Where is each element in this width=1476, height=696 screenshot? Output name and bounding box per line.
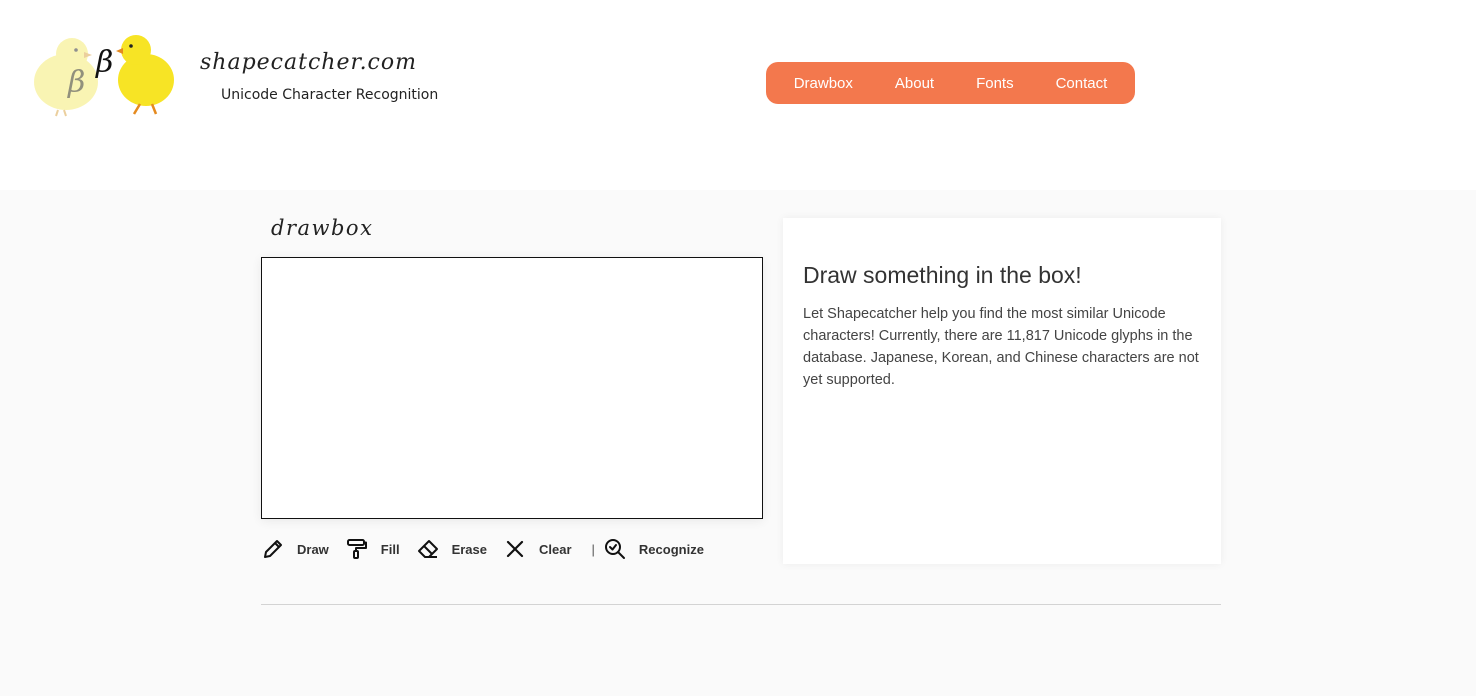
fill-button[interactable]: Fill (345, 537, 400, 561)
recognize-label: Recognize (638, 541, 704, 557)
fill-label: Fill (380, 541, 400, 557)
info-heading: Draw something in the box! (803, 262, 1082, 288)
drawing-canvas[interactable] (261, 257, 763, 519)
logo-beta-left: β (67, 65, 85, 100)
drawing-toolbar: Draw Fill Erase Clear | Recognize (261, 535, 720, 563)
main-nav: Drawbox About Fonts Contact (766, 62, 1135, 104)
site-header: β β shapecatcher.com Unicode Character R… (0, 0, 1476, 190)
info-body: Let Shapecatcher help you find the most … (803, 306, 1199, 388)
erase-button[interactable]: Erase (416, 537, 487, 561)
eraser-icon (417, 540, 438, 558)
clear-label: Clear (539, 541, 572, 557)
section-divider (261, 604, 1221, 605)
brand-tagline: Unicode Character Recognition (221, 87, 439, 103)
logo-beta-right: β (95, 45, 113, 80)
brand-name[interactable]: shapecatcher.com (200, 50, 417, 75)
info-panel: Draw something in the box! Let Shapecatc… (783, 218, 1221, 564)
nav-item-about[interactable]: About (895, 75, 934, 92)
chick-logo[interactable]: β β (28, 30, 188, 120)
drawbox-title: drawbox (271, 216, 374, 240)
nav-item-fonts[interactable]: Fonts (976, 75, 1014, 92)
clear-button[interactable]: Clear (503, 537, 572, 561)
nav-item-drawbox[interactable]: Drawbox (794, 75, 853, 92)
nav-item-contact[interactable]: Contact (1056, 75, 1108, 92)
erase-label: Erase (451, 541, 487, 557)
toolbar-separator: | (591, 541, 595, 557)
magnifier-check-icon (604, 539, 625, 559)
pencil-icon (264, 540, 282, 558)
draw-label: Draw (297, 541, 329, 557)
draw-button[interactable]: Draw (261, 537, 329, 561)
paint-roller-icon (346, 539, 367, 559)
x-icon (506, 540, 524, 558)
recognize-button[interactable]: Recognize (603, 537, 704, 561)
